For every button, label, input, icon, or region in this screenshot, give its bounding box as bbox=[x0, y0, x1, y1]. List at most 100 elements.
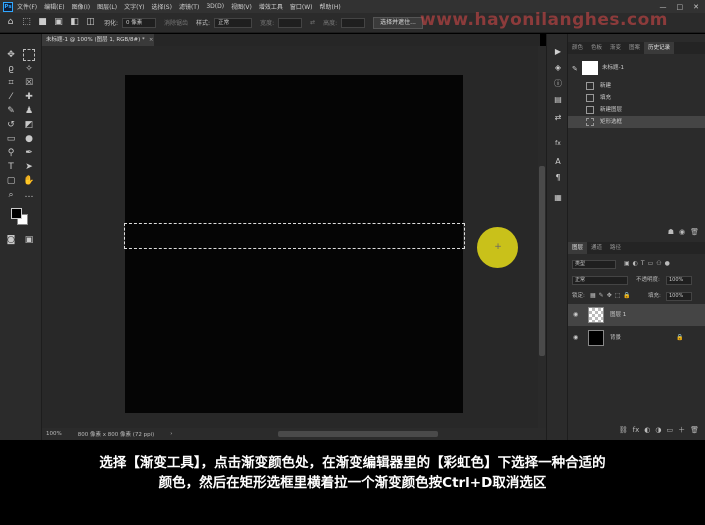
height-input[interactable] bbox=[341, 17, 366, 28]
menu-image[interactable]: 图像(I) bbox=[72, 2, 90, 11]
rectangular-selection[interactable] bbox=[124, 223, 465, 249]
lock-icons[interactable]: ▦✎✥⬚🔒 bbox=[590, 290, 634, 302]
more-tools-icon[interactable]: … bbox=[23, 189, 35, 201]
layer-kind-filter[interactable]: 类型 bbox=[572, 260, 616, 269]
gradient-tool-icon[interactable]: ▭ bbox=[5, 133, 17, 145]
character-icon[interactable]: A bbox=[552, 156, 564, 168]
screen-mode-icon[interactable]: ▣ bbox=[23, 234, 35, 246]
blur-tool-icon[interactable]: ● bbox=[23, 133, 35, 145]
layer-row[interactable]: ◉ 图层 1 bbox=[568, 304, 705, 326]
paragraph-icon[interactable]: ¶ bbox=[552, 172, 564, 184]
layer-style-icon[interactable]: fx bbox=[633, 424, 640, 436]
dodge-tool-icon[interactable]: ⚲ bbox=[5, 147, 17, 159]
eraser-icon[interactable]: ◩ bbox=[23, 119, 35, 131]
add-mask-icon[interactable]: ◐ bbox=[644, 424, 650, 436]
shape-tool-icon[interactable]: ▢ bbox=[5, 175, 17, 187]
tab-layers[interactable]: 图层 bbox=[568, 242, 588, 254]
close-window-button[interactable]: ✕ bbox=[693, 3, 699, 11]
fx-icon[interactable]: fx bbox=[552, 138, 564, 150]
tab-patterns[interactable]: 图案 bbox=[625, 42, 644, 54]
frame-tool-icon[interactable]: ☒ bbox=[23, 77, 35, 89]
pen-tool-icon[interactable]: ✒ bbox=[23, 147, 35, 159]
history-item[interactable]: 新建 bbox=[568, 80, 705, 92]
link-layers-icon[interactable]: ⛓ bbox=[619, 424, 628, 436]
crop-tool-icon[interactable]: ⌗ bbox=[5, 77, 17, 89]
zoom-tool-icon[interactable]: ⌕ bbox=[5, 189, 17, 201]
path-select-icon[interactable]: ➤ bbox=[23, 161, 35, 173]
intersect-selection-icon[interactable]: ◫ bbox=[85, 17, 96, 28]
vertical-scrollbar[interactable] bbox=[538, 46, 546, 428]
eyedropper-icon[interactable]: ⁄ bbox=[5, 91, 17, 103]
antialias-checkbox[interactable]: 消除锯齿 bbox=[164, 18, 188, 27]
brush-settings-icon[interactable]: ▤ bbox=[552, 94, 564, 106]
history-item-selected[interactable]: 矩形选框 bbox=[568, 116, 705, 128]
vertical-scroll-thumb[interactable] bbox=[539, 166, 545, 356]
cube-icon[interactable]: ◈ bbox=[552, 62, 564, 74]
home-icon[interactable]: ⌂ bbox=[5, 17, 16, 28]
menu-filter[interactable]: 滤镜(T) bbox=[179, 2, 199, 11]
menu-plugins[interactable]: 增效工具 bbox=[259, 2, 283, 11]
menu-help[interactable]: 帮助(H) bbox=[320, 2, 341, 11]
healing-brush-icon[interactable]: ✚ bbox=[23, 91, 35, 103]
new-selection-icon[interactable]: ■ bbox=[37, 17, 48, 28]
marquee-tool-icon[interactable] bbox=[23, 49, 35, 61]
horizontal-scroll-thumb[interactable] bbox=[278, 431, 438, 437]
menu-view[interactable]: 视图(V) bbox=[231, 2, 252, 11]
adjust-icon[interactable]: ⇄ bbox=[552, 112, 564, 124]
history-brush-icon[interactable]: ↺ bbox=[5, 119, 17, 131]
tab-history[interactable]: 历史记录 bbox=[644, 42, 675, 54]
history-item[interactable]: 填充 bbox=[568, 92, 705, 104]
fill-input[interactable]: 100% bbox=[666, 292, 692, 301]
new-group-icon[interactable]: ▭ bbox=[666, 424, 673, 436]
info-icon[interactable]: ⓘ bbox=[552, 78, 564, 90]
new-layer-icon[interactable]: ＋ bbox=[678, 424, 685, 436]
adjustment-layer-icon[interactable]: ◑ bbox=[655, 424, 661, 436]
history-snapshot[interactable]: ✎ 未标题-1 bbox=[568, 60, 705, 76]
foreground-color-swatch[interactable] bbox=[11, 208, 22, 219]
menu-type[interactable]: 文字(Y) bbox=[124, 2, 144, 11]
camera-snapshot-icon[interactable]: ◉ bbox=[679, 226, 685, 238]
menu-3d[interactable]: 3D(D) bbox=[206, 3, 224, 10]
menu-select[interactable]: 选择(S) bbox=[151, 2, 172, 11]
layer-row[interactable]: ◉ 背景 🔒 bbox=[568, 327, 705, 349]
magic-wand-icon[interactable]: ✧ bbox=[23, 63, 35, 75]
play-action-icon[interactable]: ▶ bbox=[552, 46, 564, 58]
menu-layer[interactable]: 图层(L) bbox=[97, 2, 117, 11]
blend-mode-select[interactable]: 正常 bbox=[572, 276, 628, 285]
select-and-mask-button[interactable]: 选择并遮住... bbox=[373, 16, 423, 29]
brush-source-icon[interactable]: ✎ bbox=[572, 63, 578, 75]
tab-gradients[interactable]: 渐变 bbox=[606, 42, 625, 54]
status-arrow-icon[interactable]: › bbox=[170, 431, 172, 437]
menu-edit[interactable]: 编辑(E) bbox=[44, 2, 64, 11]
menu-window[interactable]: 窗口(W) bbox=[290, 2, 313, 11]
lasso-tool-icon[interactable]: ϱ bbox=[5, 63, 17, 75]
move-tool-icon[interactable]: ✥ bbox=[5, 49, 17, 61]
maximize-button[interactable]: □ bbox=[677, 3, 684, 11]
quick-mask-icon[interactable]: ◙ bbox=[5, 234, 17, 246]
type-tool-icon[interactable]: T bbox=[5, 161, 17, 173]
swap-icon[interactable]: ⇄ bbox=[310, 19, 315, 26]
delete-layer-icon[interactable]: 🗑 bbox=[690, 424, 699, 436]
tab-channels[interactable]: 通道 bbox=[587, 242, 606, 254]
tab-paths[interactable]: 路径 bbox=[606, 242, 625, 254]
add-selection-icon[interactable]: ▣ bbox=[53, 17, 64, 28]
eye-icon[interactable]: ◉ bbox=[573, 304, 581, 326]
stamp-tool-icon[interactable]: ♟ bbox=[23, 105, 35, 117]
close-tab-icon[interactable]: × bbox=[149, 37, 154, 43]
brush-tool-icon[interactable]: ✎ bbox=[5, 105, 17, 117]
tab-swatches[interactable]: 色板 bbox=[587, 42, 606, 54]
eye-icon[interactable]: ◉ bbox=[573, 327, 581, 349]
feather-input[interactable]: 0 像素 bbox=[122, 17, 157, 28]
layer-filter-icons[interactable]: ▣◐T▭⚇● bbox=[624, 258, 673, 270]
opacity-input[interactable]: 100% bbox=[666, 276, 692, 285]
document-tab[interactable]: 未标题-1 @ 100% (图层 1, RGB/8#) * × bbox=[42, 34, 154, 46]
layer-comps-icon[interactable]: ▦ bbox=[552, 192, 564, 204]
menu-file[interactable]: 文件(F) bbox=[17, 2, 37, 11]
marquee-preset-icon[interactable]: ⬚ bbox=[21, 17, 32, 28]
style-select[interactable]: 正常 bbox=[214, 17, 253, 28]
width-input[interactable] bbox=[278, 17, 303, 28]
zoom-level[interactable]: 100% bbox=[46, 431, 62, 437]
hand-tool-icon[interactable]: ✋ bbox=[23, 175, 35, 187]
delete-state-icon[interactable]: 🗑 bbox=[690, 226, 699, 238]
new-document-from-state-icon[interactable]: ☗ bbox=[668, 226, 674, 238]
